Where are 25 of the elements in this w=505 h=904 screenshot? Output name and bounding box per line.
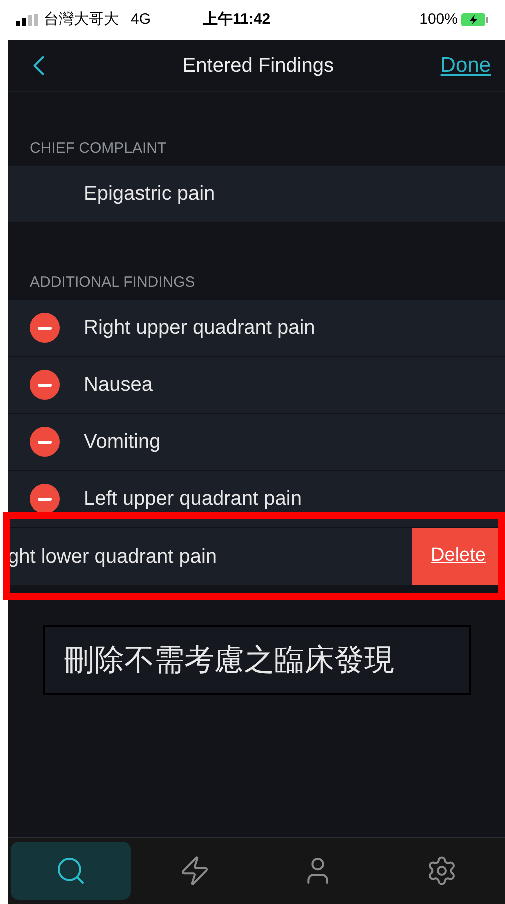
signal-icon	[16, 14, 40, 26]
battery-icon	[461, 13, 489, 27]
tab[interactable]	[11, 842, 131, 900]
list-row[interactable]: Vomiting	[8, 414, 505, 471]
finding-label: Vomiting	[84, 430, 161, 455]
remove-icon[interactable]	[30, 484, 60, 514]
carrier-text: 台灣大哥大	[44, 10, 119, 30]
finding-label: Epigastric pain	[84, 182, 216, 207]
remove-icon[interactable]	[30, 370, 60, 400]
clock-text: 上午11:42	[203, 10, 271, 30]
finding-label: Nausea	[84, 373, 153, 398]
screen-title: Entered Findings	[182, 54, 334, 78]
finding-label: ght lower quadrant pain	[8, 544, 218, 570]
list-row[interactable]: Nausea	[8, 357, 505, 414]
done-link[interactable]: Done	[440, 50, 491, 82]
caption-box: 刪除不需考慮之臨床發現	[42, 625, 470, 695]
battery-text: 100%	[420, 10, 458, 30]
finding-label: Right upper quadrant pain	[84, 316, 316, 341]
network-text: 4G	[131, 10, 152, 30]
finding-label: Left upper quadrant pain	[84, 487, 302, 512]
list-row[interactable]: Right upper quadrant pain	[8, 300, 505, 357]
section-header: CHIEF COMPLAINT	[29, 138, 168, 159]
section-header: ADDITIONAL FINDINGS	[29, 272, 196, 293]
remove-icon[interactable]	[30, 427, 60, 457]
remove-icon[interactable]	[30, 313, 60, 343]
